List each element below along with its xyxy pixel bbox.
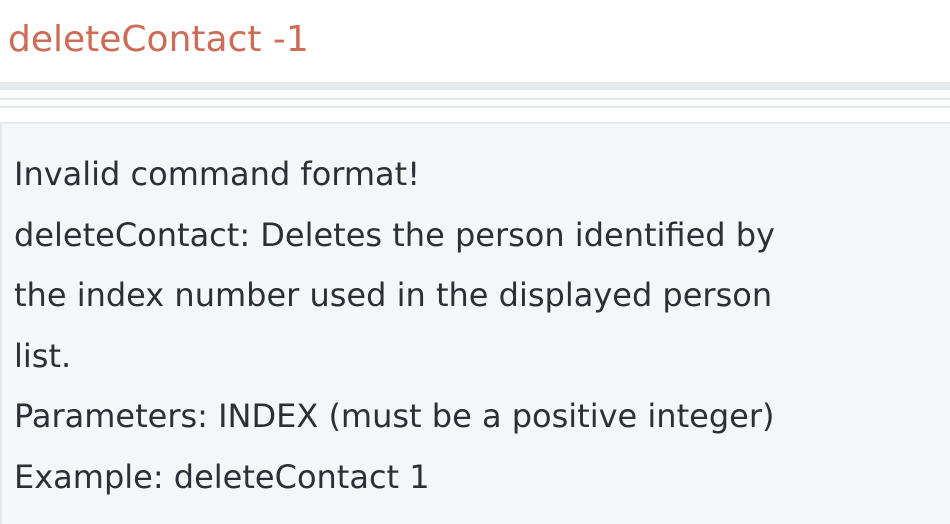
result-message: Invalid command format! deleteContact: D… [14,144,938,507]
command-input-box[interactable]: deleteContact -1 [0,0,950,82]
command-box-divider [0,82,950,90]
result-line-description-continued: the index number used in the displayed p… [14,276,773,314]
command-input-text[interactable]: deleteContact -1 [8,18,309,62]
result-line-parameters: Parameters: INDEX (must be a positive in… [14,397,775,435]
result-line-description-end: list. [14,336,72,375]
result-line-error: Invalid command format! [14,155,421,193]
separator-line-upper [0,98,950,100]
separator-line-lower [0,106,950,108]
app-window: deleteContact -1 Invalid command format!… [0,0,950,524]
result-line-example: Example: deleteContact 1 [14,457,430,496]
result-display-box[interactable]: Invalid command format! deleteContact: D… [0,122,950,524]
result-line-description: deleteContact: Deletes the person identi… [14,215,775,254]
